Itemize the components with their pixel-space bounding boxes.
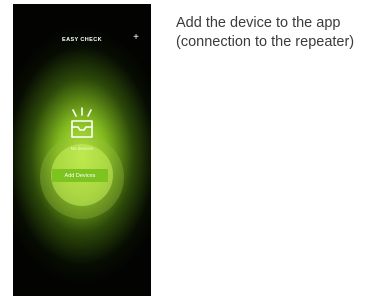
app-title: EASY CHECK	[62, 37, 102, 43]
add-devices-button[interactable]: Add Devices	[52, 169, 108, 182]
phone-screen: EASY CHECK + No devices Add Devices	[13, 4, 151, 296]
no-devices-text: No devices	[70, 146, 94, 151]
empty-tray-icon	[71, 107, 93, 138]
caption-text: Add the device to the app (connection to…	[176, 15, 355, 50]
plus-icon[interactable]: +	[133, 33, 139, 43]
